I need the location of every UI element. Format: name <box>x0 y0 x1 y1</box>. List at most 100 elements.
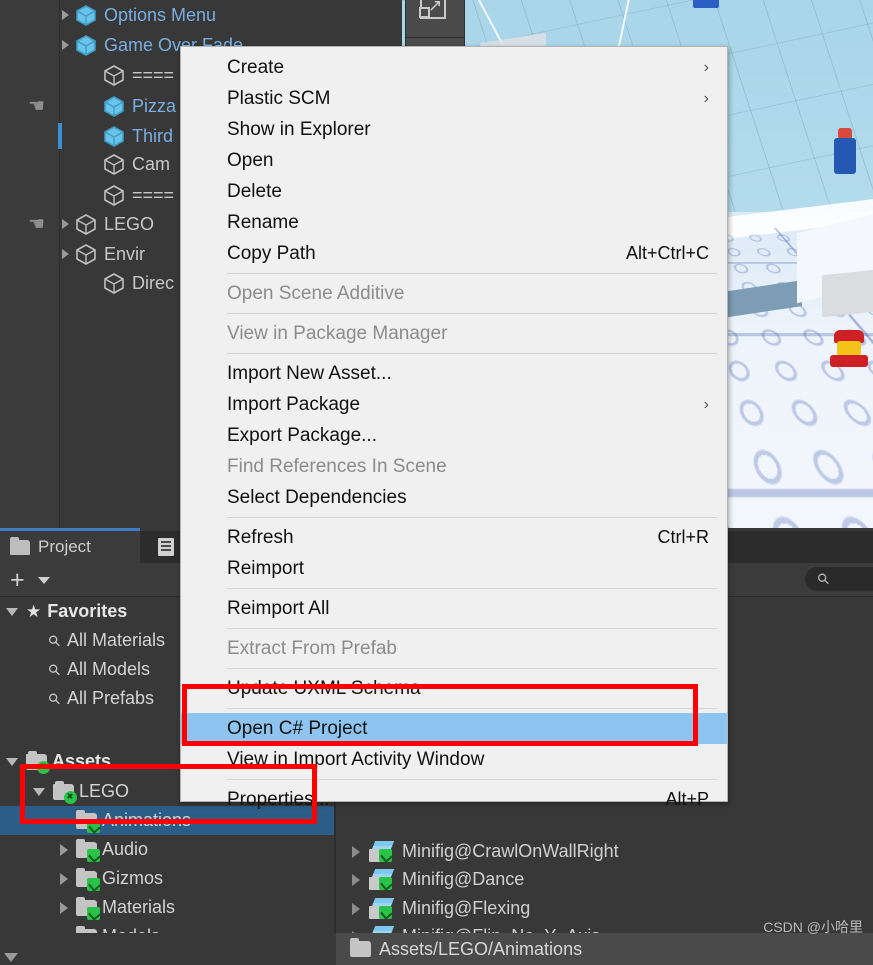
context-menu-item[interactable]: View in Import Activity Window <box>181 744 727 775</box>
chevron-right-icon: › <box>704 396 709 414</box>
asset-list-item-label: Minifig@CrawlOnWallRight <box>402 841 619 862</box>
context-menu-item[interactable]: Rename <box>181 207 727 238</box>
context-menu-item-label: Refresh <box>227 527 294 549</box>
folder-check-icon <box>76 813 97 829</box>
context-menu-item-label: Open Scene Additive <box>227 283 404 305</box>
project-tree-item[interactable]: Audio <box>0 835 334 864</box>
chevron-right-icon[interactable] <box>352 903 360 915</box>
chevron-down-icon[interactable] <box>6 758 18 766</box>
context-menu-separator <box>227 273 717 274</box>
project-tree-item[interactable]: Materials <box>0 893 334 922</box>
asset-list-item[interactable]: Minifig@Dance <box>336 865 873 894</box>
list-icon <box>158 538 174 556</box>
chevron-down-icon[interactable] <box>38 577 50 584</box>
context-menu-item[interactable]: Import New Asset... <box>181 358 727 389</box>
asset-list-item-label: Minifig@Flexing <box>402 898 530 919</box>
context-menu-item[interactable]: Open C# Project <box>181 713 727 744</box>
scene-minifig-blue <box>834 138 856 174</box>
context-menu-item-label: Reimport <box>227 558 304 580</box>
search-input[interactable]: ⚲ <box>805 567 873 591</box>
search-icon: ⚲ <box>44 688 65 709</box>
asset-list-item-label: Minifig@Dance <box>402 869 524 890</box>
project-tree-item-label: Gizmos <box>102 868 163 889</box>
context-menu-item[interactable]: Select Dependencies <box>181 482 727 513</box>
maximize-button[interactable]: ↗ <box>406 0 464 38</box>
expand-arrow-icon[interactable] <box>62 219 69 229</box>
chevron-down-icon[interactable] <box>6 608 18 616</box>
context-menu-item[interactable]: Export Package... <box>181 420 727 451</box>
asset-context-menu[interactable]: Create›Plastic SCM› Show in Explorer Open D… <box>180 46 728 802</box>
animation-clip-icon <box>369 869 394 890</box>
context-menu-item[interactable]: Update UXML Schema <box>181 673 727 704</box>
hierarchy-item[interactable]: Options Menu <box>0 0 402 30</box>
gameobject-cube-icon <box>103 64 125 86</box>
context-menu-item-label: Import New Asset... <box>227 363 392 385</box>
context-menu-item: Extract From Prefab <box>181 633 727 664</box>
gameobject-cube-icon <box>103 153 125 175</box>
project-tree-item-label: Assets <box>52 751 111 772</box>
chevron-right-icon[interactable] <box>60 844 68 856</box>
expand-arrow-icon[interactable] <box>62 249 69 259</box>
project-tree-item-label: All Materials <box>67 630 165 651</box>
tab-project[interactable]: Project <box>0 531 140 563</box>
expand-arrow-icon[interactable] <box>62 40 69 50</box>
context-menu-item[interactable]: Show in Explorer <box>181 114 727 145</box>
context-menu-item[interactable]: Import Package› <box>181 389 727 420</box>
context-menu-item-label: Export Package... <box>227 425 377 447</box>
search-icon: ⚲ <box>813 569 834 590</box>
context-menu-item[interactable]: Reimport All <box>181 593 727 624</box>
context-menu-item[interactable]: Properties...Alt+P <box>181 784 727 815</box>
chevron-right-icon[interactable] <box>352 846 360 858</box>
context-menu-shortcut: Ctrl+R <box>657 527 709 548</box>
context-menu-item[interactable]: Delete <box>181 176 727 207</box>
context-menu-item[interactable]: Refresh Ctrl+R <box>181 522 727 553</box>
context-menu-item-label: View in Package Manager <box>227 323 447 345</box>
expand-arrow-icon[interactable] <box>62 10 69 20</box>
folder-icon <box>10 540 30 555</box>
hierarchy-item-label: Cam <box>132 154 170 175</box>
tree-scroll-down-arrow[interactable] <box>4 953 18 962</box>
context-menu-separator <box>227 628 717 629</box>
context-menu-separator <box>227 668 717 669</box>
maximize-icon: ↗ <box>420 0 450 23</box>
chevron-right-icon[interactable] <box>60 902 68 914</box>
context-menu-item[interactable]: Create› <box>181 52 727 83</box>
project-tree-item-label: All Prefabs <box>67 688 154 709</box>
gameobject-cube-icon <box>103 272 125 294</box>
watermark-label: CSDN @小哈里 <box>763 917 863 937</box>
scene-minifig-red <box>826 330 872 366</box>
scene-minifig-blue-far <box>693 0 719 8</box>
context-menu-item[interactable]: Reimport <box>181 553 727 584</box>
context-menu-separator <box>227 353 717 354</box>
context-menu-item-label: Open <box>227 150 273 172</box>
context-menu-item[interactable]: Open <box>181 145 727 176</box>
chevron-right-icon: › <box>704 59 709 77</box>
asset-list-item[interactable]: Minifig@CrawlOnWallRight <box>336 837 873 866</box>
hierarchy-item-label: Envir <box>104 244 145 265</box>
project-tree-item[interactable]: Gizmos <box>0 864 334 893</box>
chevron-down-icon[interactable] <box>33 788 45 796</box>
add-asset-button[interactable]: + <box>10 568 25 592</box>
context-menu-item-label: Find References In Scene <box>227 456 447 478</box>
hierarchy-item-label: LEGO <box>104 214 154 235</box>
current-path-label: Assets/LEGO/Animations <box>379 939 582 960</box>
hierarchy-item-label: Pizza <box>132 96 176 117</box>
project-tree-item-label: Favorites <box>47 601 127 622</box>
context-menu-item-label: Show in Explorer <box>227 119 371 141</box>
project-tree-item-label: Materials <box>102 897 175 918</box>
folder-add-icon <box>53 784 74 800</box>
context-menu-item[interactable]: Copy PathAlt+Ctrl+C <box>181 238 727 269</box>
prefab-cube-icon <box>75 34 97 56</box>
context-menu-item-label: Extract From Prefab <box>227 638 397 660</box>
hierarchy-item-label: ==== <box>132 185 174 206</box>
gameobject-cube-icon <box>103 184 125 206</box>
chevron-right-icon[interactable] <box>352 874 360 886</box>
project-tree-item-label: Animations <box>102 810 191 831</box>
animation-clip-icon <box>369 898 394 919</box>
folder-add-icon <box>26 754 47 770</box>
context-menu-item[interactable]: Plastic SCM› <box>181 83 727 114</box>
status-bar-left-filler <box>0 933 336 965</box>
context-menu-item-label: Properties... <box>227 789 329 811</box>
chevron-right-icon[interactable] <box>60 873 68 885</box>
folder-icon <box>350 941 371 957</box>
